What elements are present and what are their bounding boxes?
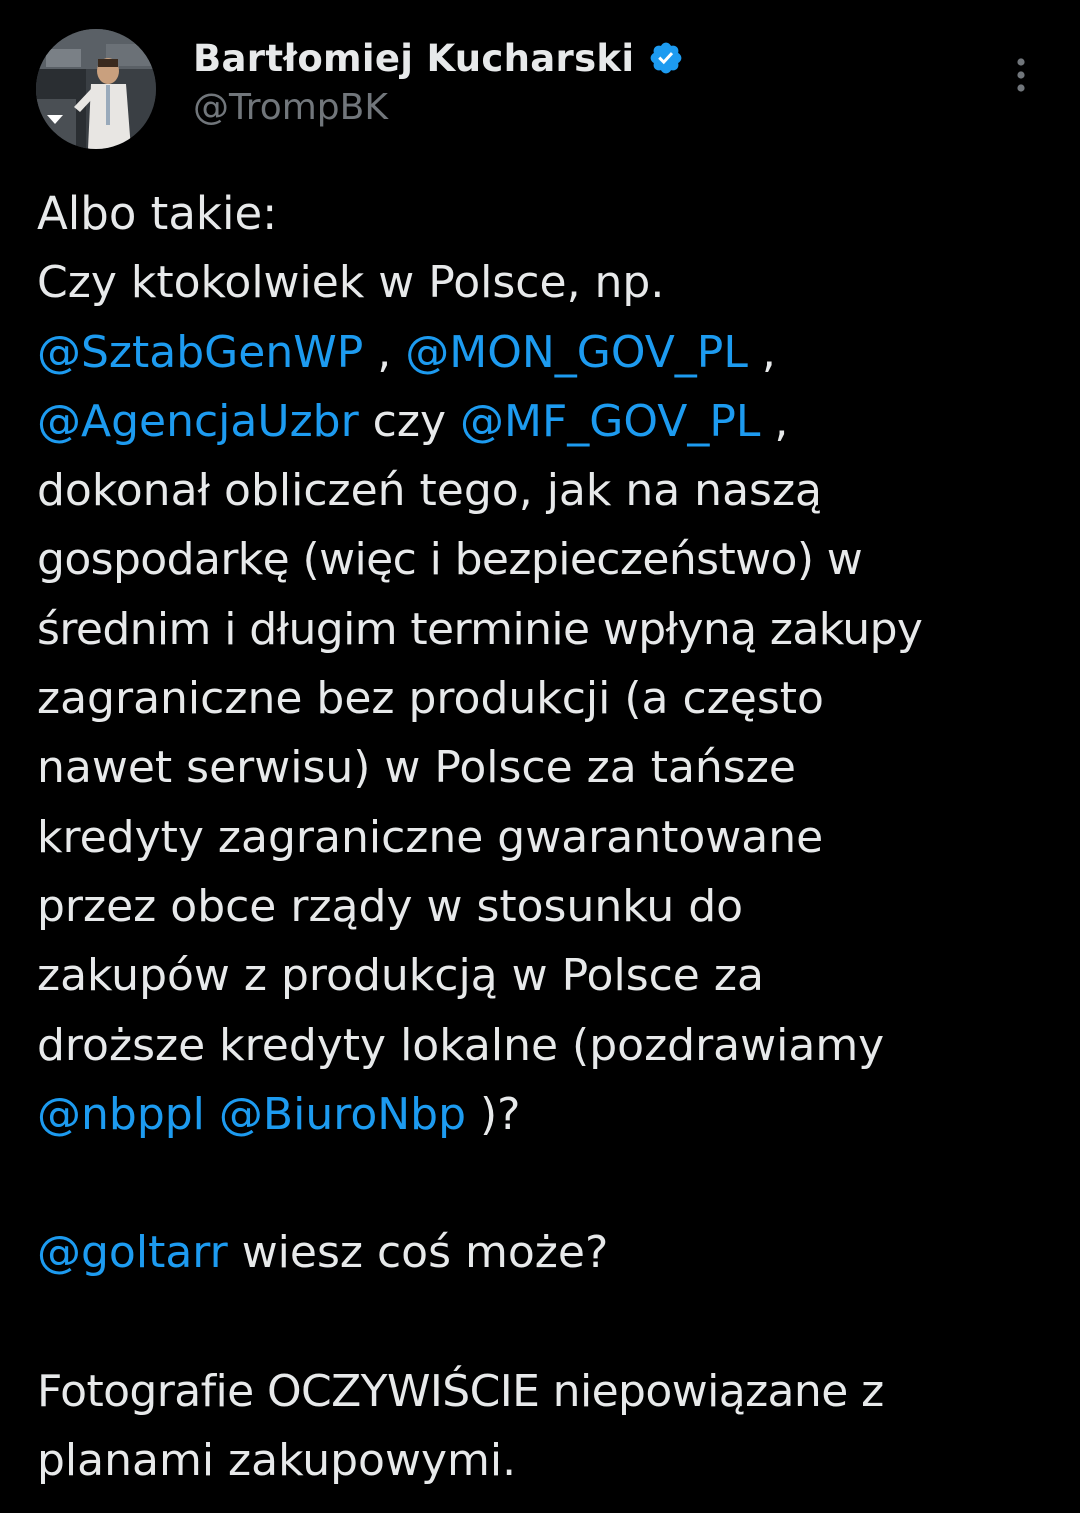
mention-link[interactable]: @MF_GOV_PL: [460, 396, 760, 447]
tweet-text-fragment: wiesz coś może?: [227, 1227, 609, 1279]
tweet-line: zakupów z produkcją w Polsce za: [37, 950, 764, 1002]
more-vertical-icon[interactable]: [1000, 54, 1042, 96]
tweet-line: planami zakupowymi.: [37, 1435, 517, 1487]
tweet-text-fragment: czy: [358, 395, 460, 447]
tweet-line: @nbppl @BiuroNbp )?: [37, 1080, 1067, 1149]
author-handle[interactable]: @TrompBK: [193, 87, 388, 128]
tweet-text-fragment: ,: [363, 326, 406, 378]
tweet-line: kredyty zagraniczne gwarantowane: [37, 811, 824, 863]
tweet-text-fragment: ,: [760, 395, 789, 447]
tweet-line: @AgencjaUzbr czy @MF_GOV_PL ,: [37, 387, 1067, 456]
avatar-photo: [36, 29, 156, 149]
tweet-line: Fotografie OCZYWIŚCIE niepowiązane z: [37, 1366, 884, 1418]
tweet-line: droższe kredyty lokalne (pozdrawiamy: [37, 1019, 885, 1071]
mention-link[interactable]: @AgencjaUzbr: [37, 396, 359, 447]
tweet-line: dokonał obliczeń tego, jak na naszą: [37, 465, 823, 517]
tweet-line: @SztabGenWP , @MON_GOV_PL ,: [37, 318, 1067, 387]
tweet-line: Albo takie:: [37, 187, 278, 240]
author-display-name[interactable]: Bartłomiej Kucharski: [193, 37, 634, 80]
chevron-down-icon: [47, 115, 63, 124]
mention-link[interactable]: @nbppl: [37, 1089, 205, 1140]
mention-link[interactable]: @BiuroNbp: [219, 1089, 466, 1140]
author-name-row[interactable]: Bartłomiej Kucharski: [193, 32, 684, 84]
avatar[interactable]: [36, 29, 156, 149]
tweet-text-fragment: )?: [466, 1088, 521, 1140]
tweet-text: Albo takie: Czy ktokolwiek w Polsce, np.…: [37, 179, 1067, 1496]
tweet-line: nawet serwisu) w Polsce za tańsze: [37, 742, 796, 794]
tweet-header: Bartłomiej Kucharski @TrompBK: [0, 0, 1080, 170]
verified-badge-icon[interactable]: [648, 40, 684, 76]
mention-link[interactable]: @SztabGenWP: [37, 327, 363, 378]
tweet-line: Czy ktokolwiek w Polsce, np.: [37, 257, 665, 309]
tweet-text-fragment: [205, 1089, 219, 1140]
tweet-line: @goltarr wiesz coś może?: [37, 1218, 1067, 1287]
mention-link[interactable]: @goltarr: [37, 1227, 228, 1278]
tweet-line: średnim i długim terminie wpłyną zakupy: [37, 603, 923, 655]
mention-link[interactable]: @MON_GOV_PL: [405, 327, 748, 378]
tweet-line: zagraniczne bez produkcji (a często: [37, 673, 824, 725]
tweet-line: gospodarkę (więc i bezpieczeństwo) w: [37, 534, 863, 586]
tweet-line: przez obce rządy w stosunku do: [37, 880, 744, 932]
tweet-text-fragment: ,: [747, 326, 776, 378]
